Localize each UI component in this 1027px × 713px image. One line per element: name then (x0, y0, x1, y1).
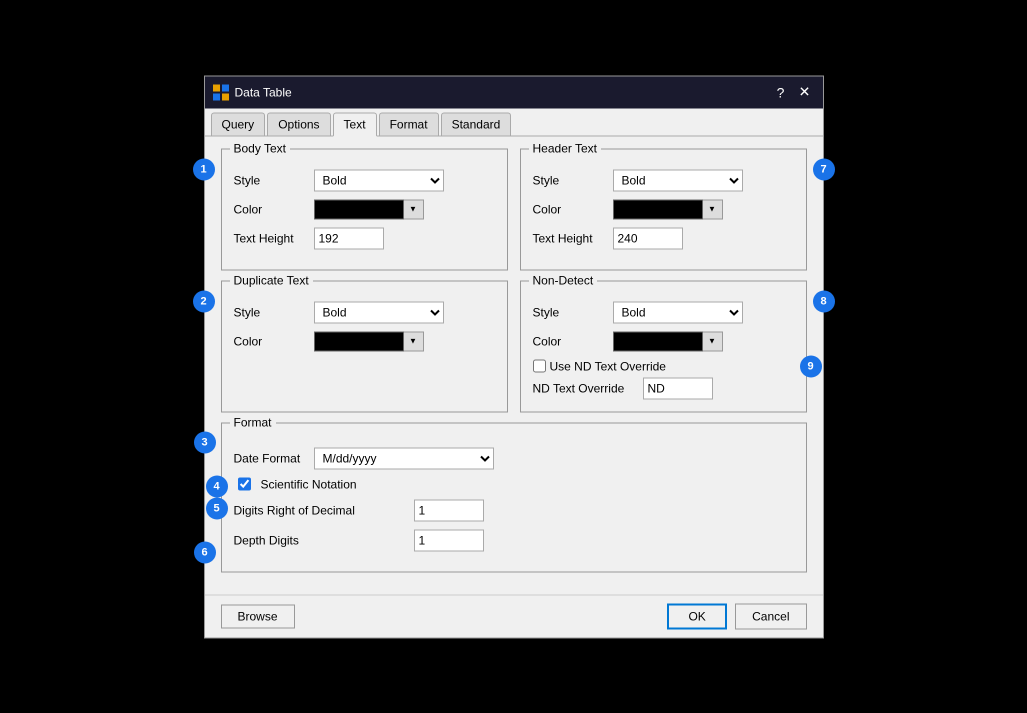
tab-format[interactable]: Format (379, 112, 439, 135)
browse-button[interactable]: Browse (221, 604, 295, 628)
body-color-label: Color (234, 202, 314, 216)
date-format-select[interactable]: M/dd/yyyy dd/MM/yyyy yyyy-MM-dd (314, 447, 494, 469)
format-title: Format (230, 415, 276, 429)
close-button[interactable]: ✕ (795, 82, 815, 102)
dup-color-wrapper: ▼ (314, 331, 424, 351)
header-text-title: Header Text (529, 141, 601, 155)
header-text-panel: Header Text Style Bold Color (520, 148, 807, 270)
annotation-5: 5 (206, 497, 228, 519)
help-button[interactable]: ? (771, 82, 791, 102)
digits-right-input[interactable] (414, 499, 484, 521)
annotation-1: 1 (193, 158, 215, 180)
tab-query[interactable]: Query (211, 112, 266, 135)
body-color-wrapper: ▼ (314, 199, 424, 219)
dup-color-dropdown[interactable]: ▼ (404, 331, 424, 351)
format-panel: 3 Format Date Format M/dd/yyyy dd/MM/yyy… (221, 422, 807, 572)
scientific-notation-label: Scientific Notation (261, 477, 357, 491)
content-area: 1 Body Text Style Bold Color (205, 136, 823, 594)
duplicate-text-panel: Duplicate Text Style Bold Color (221, 280, 508, 412)
body-text-title: Body Text (230, 141, 290, 155)
ok-button[interactable]: OK (667, 603, 727, 629)
nd-style-select[interactable]: Bold (613, 301, 743, 323)
body-textheight-label: Text Height (234, 231, 314, 245)
header-textheight-input[interactable]: 240 (613, 227, 683, 249)
tab-bar: Query Options Text Format Standard (205, 108, 823, 136)
tab-text[interactable]: Text (333, 112, 377, 136)
dup-style-label: Style (234, 305, 314, 319)
depth-digits-input[interactable] (414, 529, 484, 551)
annotation-7: 7 (813, 158, 835, 180)
header-textheight-label: Text Height (533, 231, 613, 245)
annotation-4: 4 (206, 475, 228, 497)
non-detect-panel: Non-Detect Style Bold Color (520, 280, 807, 412)
body-style-label: Style (234, 173, 314, 187)
non-detect-title: Non-Detect (529, 273, 598, 287)
dialog-title: Data Table (235, 85, 292, 99)
tab-standard[interactable]: Standard (441, 112, 512, 135)
date-format-label: Date Format (234, 451, 314, 465)
body-color-dropdown[interactable]: ▼ (404, 199, 424, 219)
depth-digits-label: Depth Digits (234, 533, 414, 547)
title-bar: Data Table ? ✕ (205, 76, 823, 108)
annotation-2: 2 (193, 290, 215, 312)
dialog: Data Table ? ✕ Query Options Text Format… (204, 75, 824, 638)
nd-override-label: ND Text Override (533, 381, 643, 395)
scientific-notation-checkbox[interactable] (238, 478, 251, 491)
use-nd-checkbox[interactable] (533, 360, 546, 373)
bottom-bar: Browse OK Cancel (205, 594, 823, 637)
body-textheight-input[interactable]: 192 (314, 227, 384, 249)
cancel-button[interactable]: Cancel (735, 603, 806, 629)
body-color-box[interactable] (314, 199, 404, 219)
nd-color-dropdown[interactable]: ▼ (703, 331, 723, 351)
annotation-9: 9 (800, 355, 822, 377)
header-style-select[interactable]: Bold (613, 169, 743, 191)
header-style-label: Style (533, 173, 613, 187)
duplicate-text-title: Duplicate Text (230, 273, 313, 287)
body-style-select[interactable]: Bold (314, 169, 444, 191)
nd-color-box[interactable] (613, 331, 703, 351)
header-color-box[interactable] (613, 199, 703, 219)
app-icon (213, 84, 229, 100)
nd-color-label: Color (533, 334, 613, 348)
nd-style-label: Style (533, 305, 613, 319)
dup-style-select[interactable]: Bold (314, 301, 444, 323)
header-color-wrapper: ▼ (613, 199, 723, 219)
dup-color-box[interactable] (314, 331, 404, 351)
annotation-6: 6 (194, 541, 216, 563)
header-color-dropdown[interactable]: ▼ (703, 199, 723, 219)
nd-color-wrapper: ▼ (613, 331, 723, 351)
annotation-3: 3 (194, 431, 216, 453)
annotation-8: 8 (813, 290, 835, 312)
nd-override-input[interactable] (643, 377, 713, 399)
digits-right-label: Digits Right of Decimal (234, 503, 414, 517)
header-color-label: Color (533, 202, 613, 216)
body-text-panel: Body Text Style Bold Color ▼ (221, 148, 508, 270)
tab-options[interactable]: Options (267, 112, 330, 135)
use-nd-label: Use ND Text Override (550, 359, 666, 373)
dup-color-label: Color (234, 334, 314, 348)
